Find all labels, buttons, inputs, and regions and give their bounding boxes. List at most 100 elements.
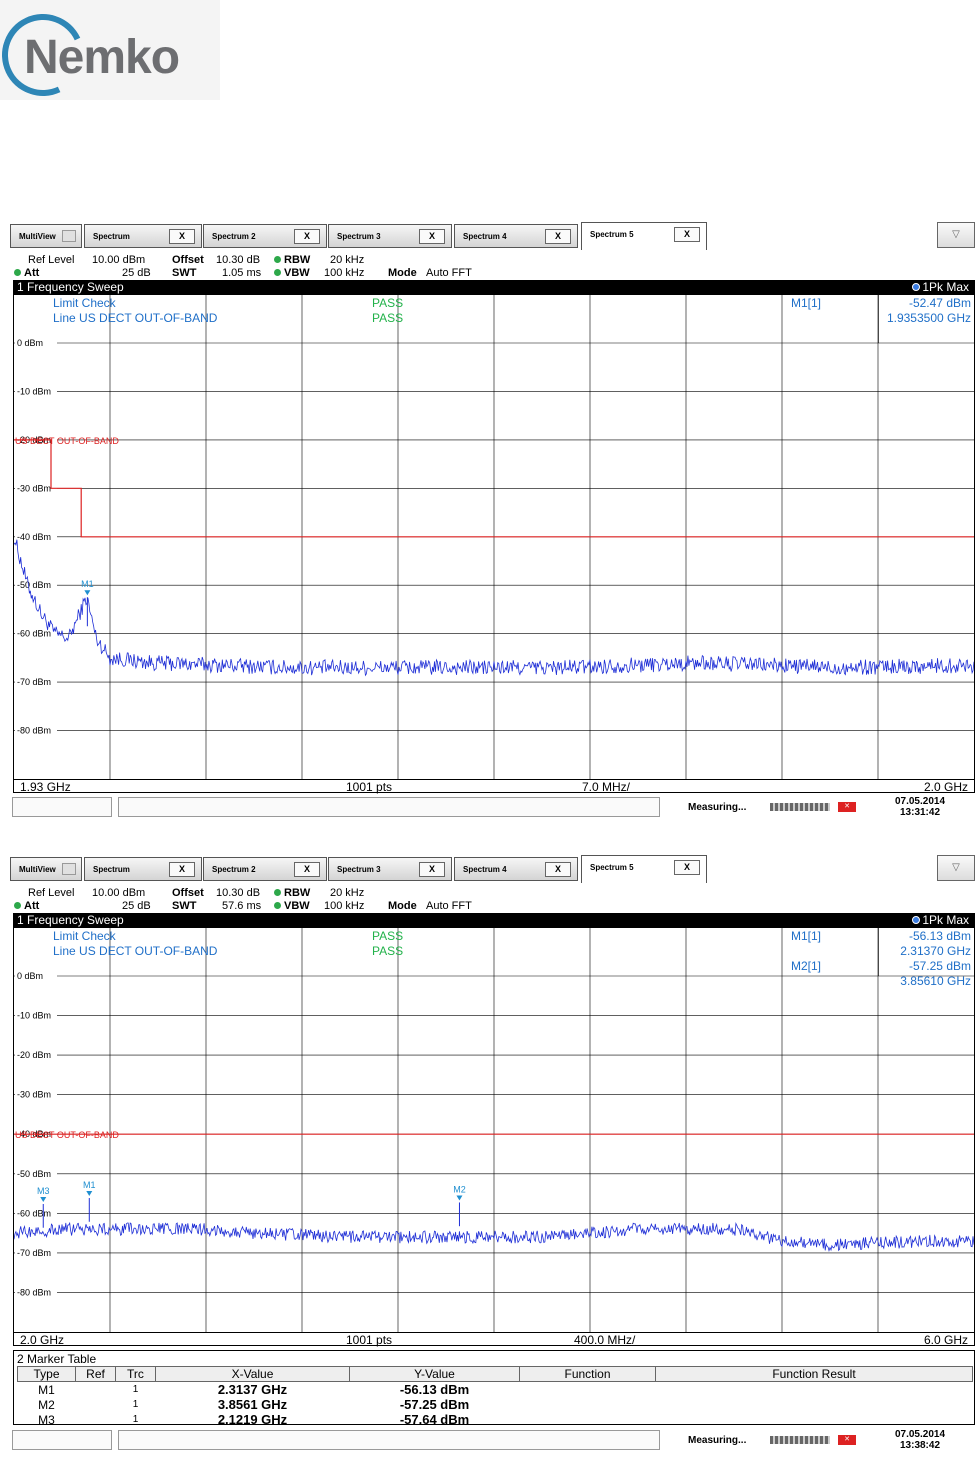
tab-spectrum-3[interactable]: Spectrum 3 X: [328, 224, 452, 248]
marker-readout-name: M1[1]: [791, 929, 821, 943]
stop-icon[interactable]: ✕: [838, 802, 856, 812]
offset-label: Offset: [172, 887, 204, 899]
marker-triangle-icon: [40, 1196, 47, 1202]
spacer: [14, 928, 15, 929]
tab-spectrum-4[interactable]: Spectrum 4 X: [454, 857, 578, 881]
close-icon[interactable]: X: [419, 862, 445, 877]
table-row[interactable]: M3 1 2.1219 GHz -57.64 dBm: [18, 1412, 973, 1427]
mode-label: Mode: [388, 900, 417, 912]
close-icon[interactable]: X: [294, 229, 320, 244]
rbw-label: RBW: [284, 254, 311, 266]
limit-line-name: US DECT OUT-OF-BAND: [15, 436, 119, 446]
tab-bar: MultiView Spectrum X Spectrum 2 X Spectrum…: [10, 855, 975, 883]
close-icon[interactable]: X: [169, 862, 195, 877]
marker-y: -56.13 dBm: [399, 1382, 470, 1397]
sweep-points: 1001 pts: [346, 1333, 393, 1347]
swt-label: SWT: [172, 267, 197, 279]
y-tick-label: -30 dBm: [17, 1090, 51, 1100]
marker-readout-freq: 3.85610 GHz: [900, 974, 971, 988]
status-dot-icon: [274, 902, 281, 909]
att-label: Att: [24, 900, 40, 912]
date: 07.05.2014: [894, 796, 946, 807]
status-bar: Measuring... ✕ 07.05.2014 13:31:42: [10, 794, 975, 820]
limit-line-pass: PASS: [372, 311, 403, 325]
close-icon[interactable]: X: [169, 229, 195, 244]
marker-x: 3.8561 GHz: [217, 1397, 288, 1412]
tab-label: MultiView: [19, 232, 56, 241]
col-trc: Trc: [115, 1366, 156, 1382]
tab-spectrum-2[interactable]: Spectrum 2 X: [203, 857, 327, 881]
tab-multiview[interactable]: MultiView: [10, 857, 82, 881]
span-per-div: 7.0 MHz/: [582, 780, 631, 794]
multiview-grid-icon: [62, 230, 76, 242]
tab-spectrum[interactable]: Spectrum X: [84, 224, 202, 248]
chevron-down-icon[interactable]: ▽: [937, 222, 975, 248]
close-icon[interactable]: X: [419, 229, 445, 244]
tab-label: Spectrum: [93, 865, 130, 874]
tab-label: MultiView: [19, 865, 56, 874]
status-dot-icon: [14, 902, 21, 909]
col-function-result: Function Result: [655, 1366, 973, 1382]
start-frequency: 2.0 GHz: [20, 1333, 65, 1347]
status-dot-icon: [274, 889, 281, 896]
limit-check-pass: PASS: [372, 929, 403, 943]
analyzer-screen-2: MultiView Spectrum X Spectrum 2 X Spectrum…: [10, 855, 975, 1457]
trace-label: 1Pk Max: [922, 913, 969, 927]
close-icon[interactable]: X: [545, 862, 571, 877]
rbw-value: 20 kHz: [330, 887, 365, 899]
close-icon[interactable]: X: [545, 229, 571, 244]
parameter-bar: Ref Level 10.00 dBm Offset 10.30 dB RBW …: [10, 885, 975, 913]
att-label: Att: [24, 267, 40, 279]
marker-type: M1: [38, 1382, 55, 1397]
y-tick-label: -30 dBm: [17, 483, 51, 493]
col-type: Type: [17, 1366, 76, 1382]
ref-level-label: Ref Level: [28, 254, 75, 266]
mode-value: Auto FFT: [426, 900, 472, 912]
tab-label: Spectrum 2: [212, 232, 256, 241]
limit-check-label: Limit Check: [53, 929, 117, 943]
status-field-1: [12, 797, 112, 817]
marker-x: 2.3137 GHz: [217, 1382, 288, 1397]
sweep-title-bar: 1 Frequency Sweep 1Pk Max: [13, 913, 975, 927]
marker-table-header: Type Ref Trc X-Value Y-Value Function Fu…: [17, 1366, 973, 1382]
tab-spectrum-5[interactable]: Spectrum 5 X: [581, 855, 707, 883]
spectrum-plot[interactable]: 0 dBm -10 dBm -20 dBm -30 dBm -40 dBm -50 dBm…: [13, 294, 975, 780]
marker-readout-name: M2[1]: [791, 959, 821, 973]
limit-check-label: Limit Check: [53, 296, 117, 310]
marker-y: -57.25 dBm: [399, 1397, 470, 1412]
tab-spectrum-2[interactable]: Spectrum 2 X: [203, 224, 327, 248]
marker-readout-value: -52.47 dBm: [909, 296, 971, 310]
stop-frequency: 6.0 GHz: [923, 1333, 968, 1347]
close-icon[interactable]: X: [674, 227, 700, 242]
close-icon[interactable]: X: [294, 862, 320, 877]
progress-icon: [770, 1436, 830, 1444]
y-tick-label: -10 dBm: [17, 1011, 51, 1021]
tab-multiview[interactable]: MultiView: [10, 224, 82, 248]
table-row[interactable]: M1 1 2.3137 GHz -56.13 dBm: [18, 1382, 973, 1397]
time: 13:38:42: [899, 1440, 941, 1451]
tab-spectrum-3[interactable]: Spectrum 3 X: [328, 857, 452, 881]
col-ref: Ref: [75, 1366, 116, 1382]
tab-spectrum-4[interactable]: Spectrum 4 X: [454, 224, 578, 248]
analyzer-screen-1: MultiView Spectrum X Spectrum 2 X Spectrum…: [10, 222, 975, 822]
y-tick-label: -80 dBm: [17, 1287, 51, 1297]
plot-canvas: 0 dBm-10 dBm-20 dBm-30 dBm-40 dBm-50 dBm…: [14, 295, 974, 779]
swt-value: 1.05 ms: [222, 267, 262, 279]
chevron-down-icon[interactable]: ▽: [937, 855, 975, 881]
stop-icon[interactable]: ✕: [838, 1435, 856, 1445]
marker-readout-value: -56.13 dBm: [909, 929, 971, 943]
spectrum-plot[interactable]: 0 dBm -10 dBm -20 dBm -30 dBm -40 dBm -50 dBm…: [13, 927, 975, 1333]
tab-spectrum[interactable]: Spectrum X: [84, 857, 202, 881]
tab-spectrum-5[interactable]: Spectrum 5 X: [581, 222, 707, 250]
y-tick-label: -40 dBm: [17, 532, 51, 542]
close-icon[interactable]: X: [674, 860, 700, 875]
logo-text: Nemko: [24, 31, 180, 84]
trace-indicator-icon: [912, 916, 921, 924]
tab-label: Spectrum 3: [337, 232, 381, 241]
offset-value: 10.30 dB: [216, 887, 261, 899]
tab-label: Spectrum 5: [590, 863, 634, 872]
table-row[interactable]: M2 1 3.8561 GHz -57.25 dBm: [18, 1397, 973, 1412]
plot-footer: 2.0 GHz 1001 pts 400.0 MHz/ 6.0 GHz: [13, 1332, 975, 1347]
marker-readout-freq: 1.9353500 GHz: [887, 311, 971, 325]
status-bar: Measuring... ✕ 07.05.2014 13:38:42: [10, 1427, 975, 1453]
